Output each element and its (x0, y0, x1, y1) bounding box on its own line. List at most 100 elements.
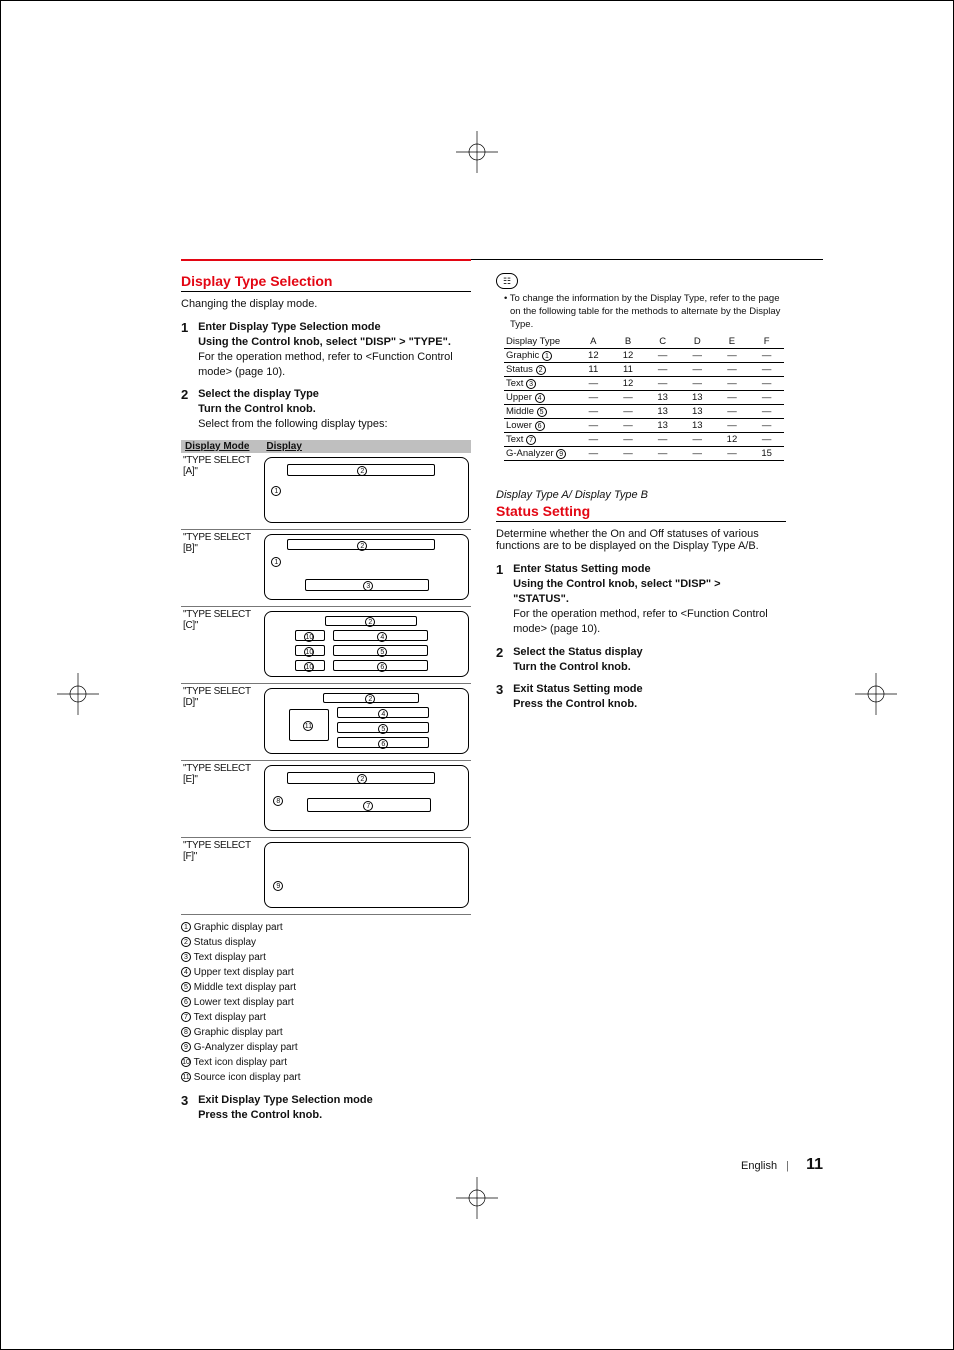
table-cell: — (715, 377, 750, 391)
row-label: Lower 6 (504, 419, 576, 433)
table-header: C (645, 335, 680, 349)
table-cell: 12 (611, 377, 646, 391)
step-note: Select from the following display types: (198, 417, 463, 432)
table-cell: — (680, 349, 715, 363)
step-title: Select the display Type (198, 387, 463, 402)
step-3: 3 Exit Display Type Selection mode Press… (181, 1093, 471, 1123)
table-cell: 13 (680, 419, 715, 433)
row-label: Text 7 (504, 433, 576, 447)
legend-item: Source icon display part (194, 1072, 301, 1083)
display-diagram-a: 2 1 (264, 457, 469, 523)
table-cell: — (645, 377, 680, 391)
table-header: A (576, 335, 611, 349)
legend-item: G-Analyzer display part (194, 1042, 298, 1053)
table-row: Upper 4——1313—— (504, 391, 784, 405)
left-column: Display Type Selection Changing the disp… (181, 273, 471, 1131)
table-row: Lower 6——1313—— (504, 419, 784, 433)
section-subtitle: Changing the display mode. (181, 298, 471, 310)
display-diagram-c: 2 10 4 10 5 10 6 (264, 611, 469, 677)
table-cell: — (715, 419, 750, 433)
legend-item: Graphic display part (194, 1027, 283, 1038)
table-row: Text 3—12———— (504, 377, 784, 391)
step-title: Exit Display Type Selection mode (198, 1093, 463, 1108)
table-row: Text 7————12— (504, 433, 784, 447)
legend-item: Status display (194, 937, 256, 948)
footer-language: English (741, 1160, 777, 1172)
table-cell: — (715, 391, 750, 405)
step-action: Turn the Control knob. (513, 660, 778, 675)
step-number: 1 (496, 562, 510, 577)
display-modes-table: Display Mode Display "TYPE SELECT [A]" 2… (181, 440, 471, 915)
step-number: 3 (496, 682, 510, 697)
table-cell: — (611, 419, 646, 433)
table-cell: — (680, 377, 715, 391)
note-text: • To change the information by the Displ… (504, 293, 786, 331)
table-cell: 12 (576, 349, 611, 363)
table-cell: — (645, 363, 680, 377)
page-number: 11 (806, 1156, 823, 1173)
step-number: 1 (181, 320, 195, 335)
table-cell: — (576, 391, 611, 405)
step-title: Enter Display Type Selection mode (198, 320, 463, 335)
page-footer: English | 11 (741, 1156, 823, 1174)
table-cell: 13 (645, 419, 680, 433)
table-cell: 13 (680, 391, 715, 405)
crop-mark-top (456, 131, 498, 173)
crop-mark-bottom (456, 1177, 498, 1219)
step-1-right: 1 Enter Status Setting mode Using the Co… (496, 562, 786, 636)
step-1: 1 Enter Display Type Selection mode Usin… (181, 320, 471, 379)
table-header: E (715, 335, 750, 349)
table-cell: 11 (576, 363, 611, 377)
table-cell: — (749, 363, 784, 377)
table-row: Graphic 11212———— (504, 349, 784, 363)
table-cell: — (715, 363, 750, 377)
mode-label: "TYPE SELECT [F]" (181, 837, 262, 914)
mode-label: "TYPE SELECT [B]" (181, 529, 262, 606)
table-cell: — (749, 377, 784, 391)
legend-item: Text icon display part (194, 1057, 287, 1068)
mode-label: "TYPE SELECT [E]" (181, 760, 262, 837)
table-cell: — (680, 447, 715, 461)
step-3-right: 3 Exit Status Setting mode Press the Con… (496, 682, 786, 712)
crop-mark-right (855, 673, 897, 715)
step-title: Exit Status Setting mode (513, 682, 778, 697)
row-label: Graphic 1 (504, 349, 576, 363)
step-action: Using the Control knob, select "DISP" > … (513, 577, 778, 607)
step-number: 2 (181, 387, 195, 402)
table-cell: — (749, 349, 784, 363)
table-cell: — (715, 447, 750, 461)
step-action: Turn the Control knob. (198, 402, 463, 417)
table-cell: — (749, 391, 784, 405)
step-action: Press the Control knob. (513, 697, 778, 712)
mode-label: "TYPE SELECT [D]" (181, 683, 262, 760)
display-diagram-b: 2 1 3 (264, 534, 469, 600)
step-title: Enter Status Setting mode (513, 562, 778, 577)
step-number: 2 (496, 645, 510, 660)
section-heading-status-setting: Status Setting (496, 503, 786, 522)
table-row: Middle 5——1313—— (504, 405, 784, 419)
mode-label: "TYPE SELECT [A]" (181, 453, 262, 530)
table-header: Display Type (504, 335, 576, 349)
step-title: Select the Status display (513, 645, 778, 660)
table-header: Display (262, 440, 471, 453)
table-cell: — (611, 433, 646, 447)
step-number: 3 (181, 1093, 195, 1108)
table-cell: — (715, 349, 750, 363)
row-label: Text 3 (504, 377, 576, 391)
accent-rule (181, 259, 471, 261)
table-cell: — (576, 377, 611, 391)
table-cell: — (645, 433, 680, 447)
right-column: ☷ • To change the information by the Dis… (496, 273, 786, 720)
table-row: G-Analyzer 9—————15 (504, 447, 784, 461)
table-cell: 13 (645, 391, 680, 405)
table-cell: — (749, 405, 784, 419)
table-cell: — (611, 447, 646, 461)
table-cell: — (680, 433, 715, 447)
table-cell: — (611, 391, 646, 405)
step-note: For the operation method, refer to <Func… (513, 607, 778, 637)
table-cell: — (645, 349, 680, 363)
row-label: G-Analyzer 9 (504, 447, 576, 461)
table-cell: — (576, 447, 611, 461)
mode-label: "TYPE SELECT [C]" (181, 606, 262, 683)
table-cell: — (576, 419, 611, 433)
